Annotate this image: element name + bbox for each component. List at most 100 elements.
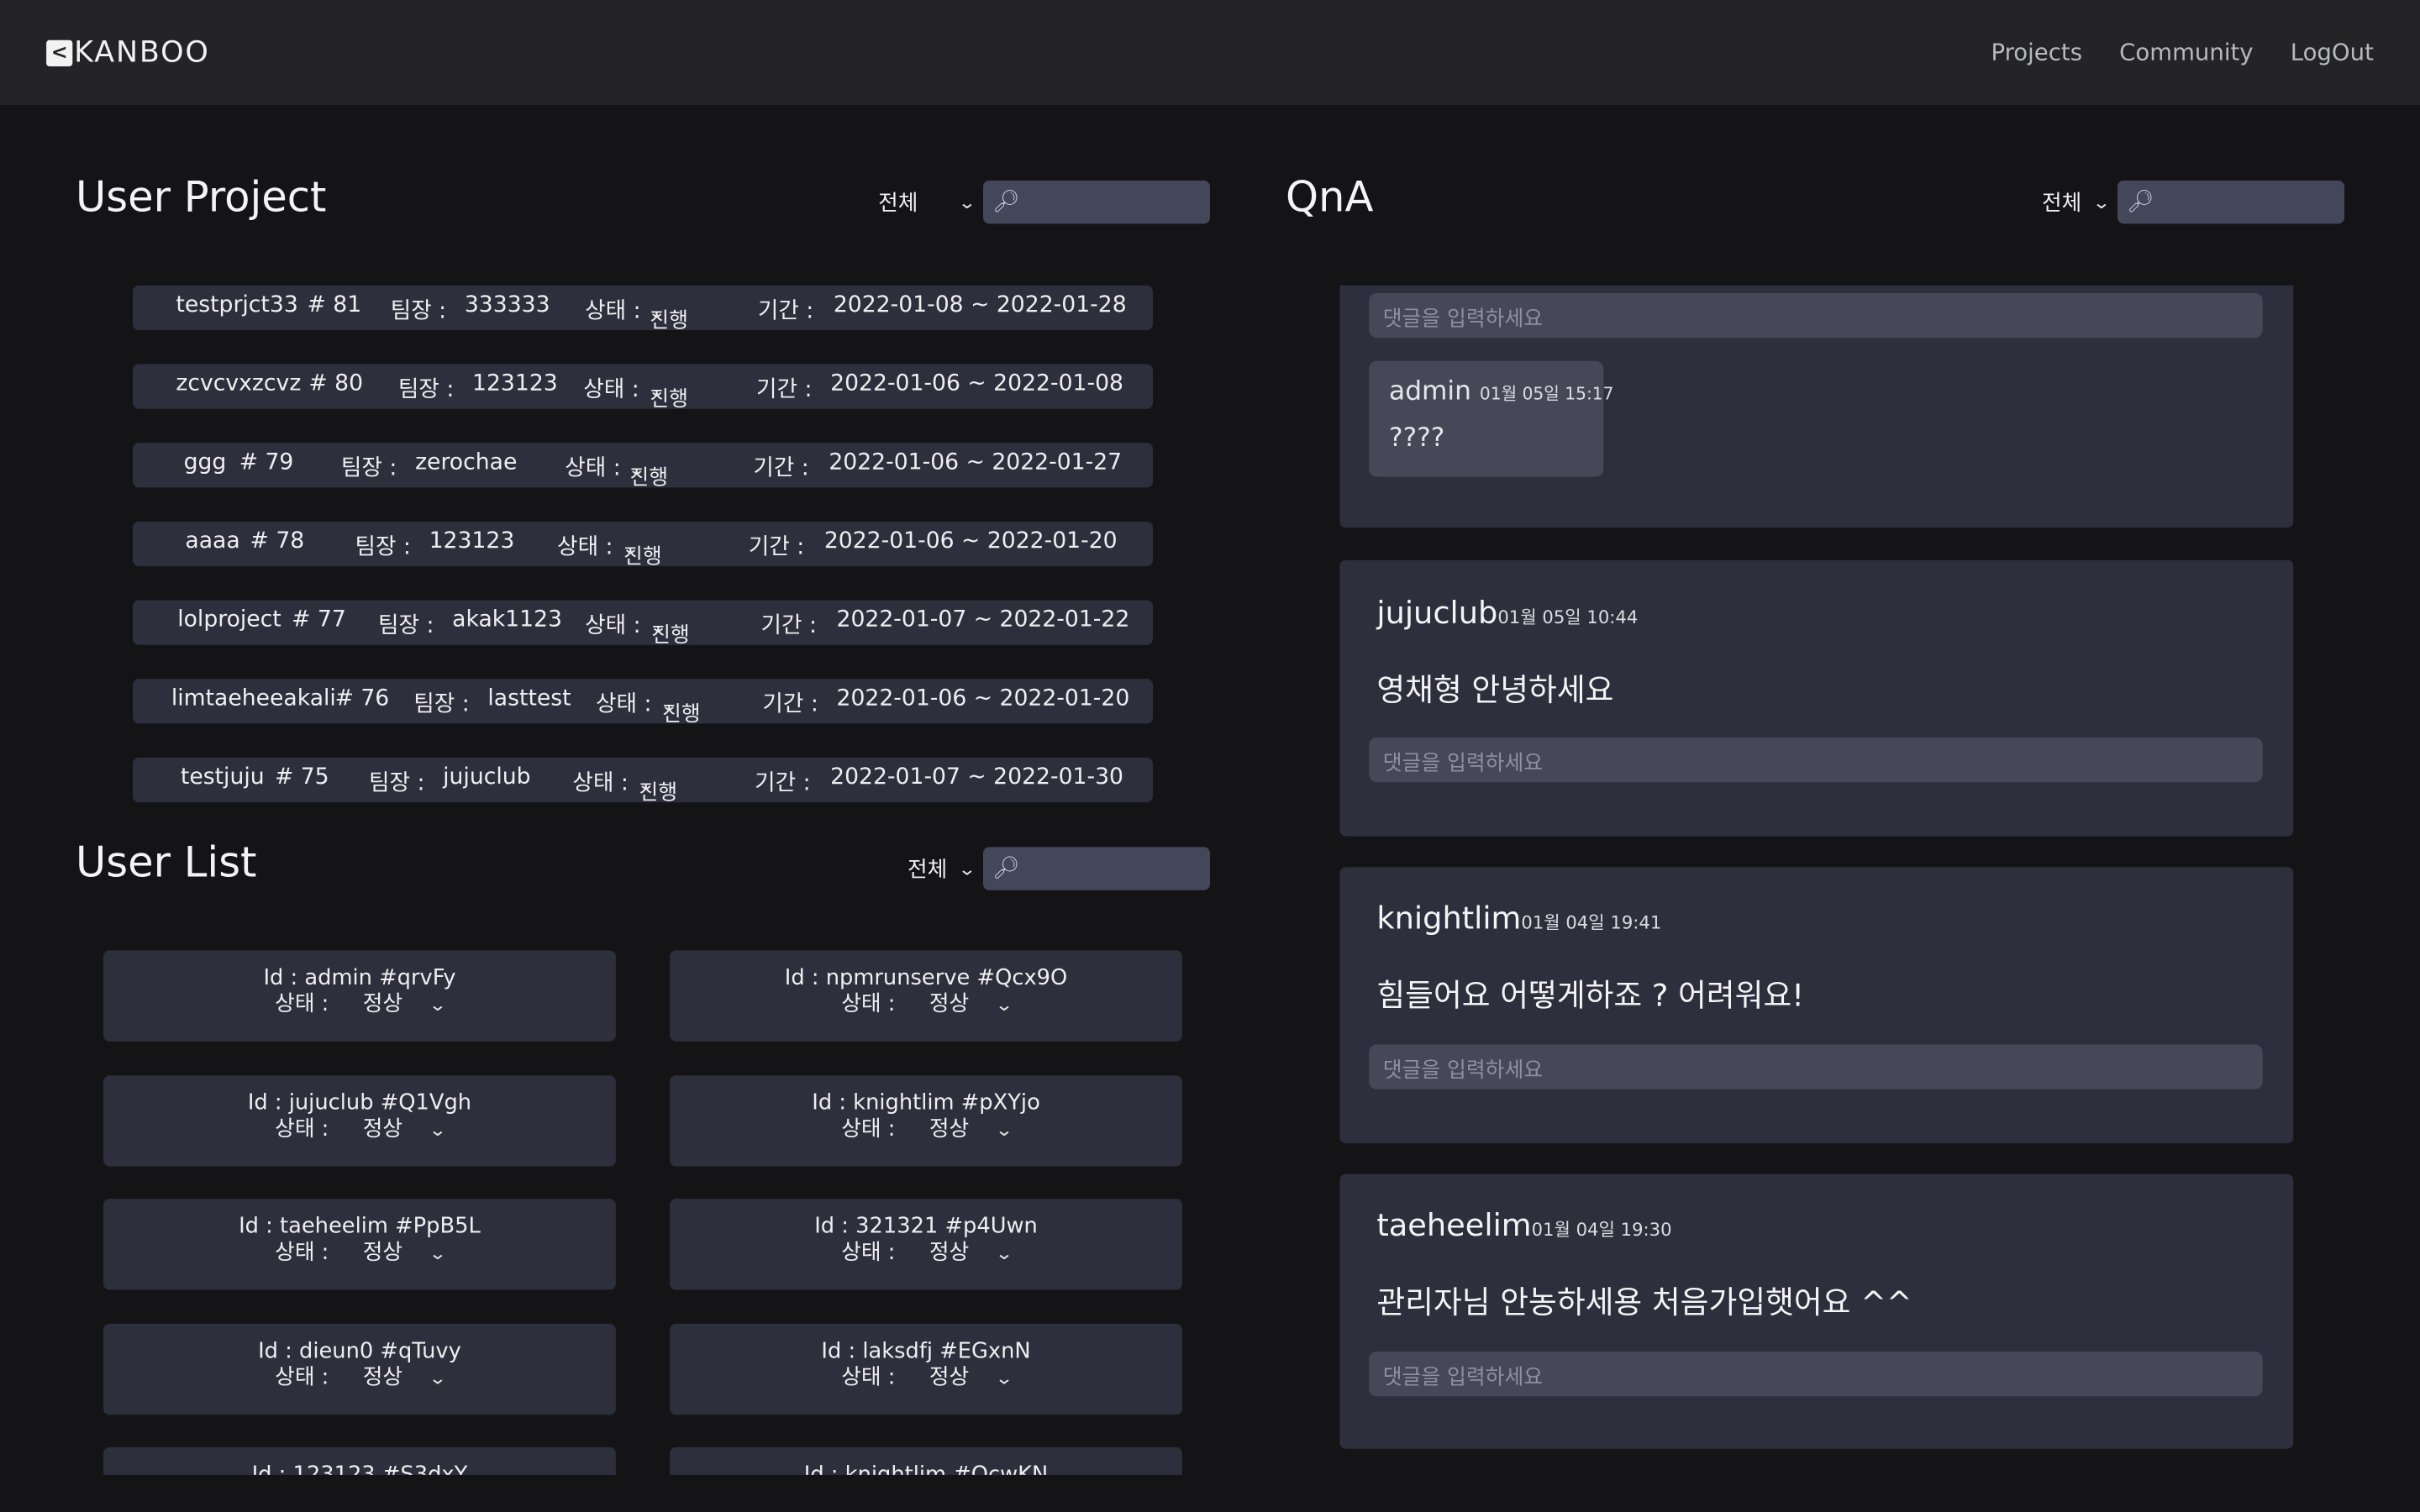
user-card: Id : jujuclub #Q1Vgh 상태 : 정상 ⌄ xyxy=(103,1074,616,1166)
user-state-select[interactable]: 정상 ⌄ xyxy=(363,1365,447,1391)
user-state-select[interactable]: 정상 ⌄ xyxy=(362,1116,447,1142)
reply-text: ???? xyxy=(1389,423,1445,454)
leader-value: zerochae xyxy=(415,450,518,475)
user-state-row: 상태 : 정상 ⌄ xyxy=(670,1241,1182,1267)
leader-value: 333333 xyxy=(464,292,550,318)
project-number: # 77 xyxy=(292,607,346,633)
page: < KANBOO Projects Community LogOut User … xyxy=(0,0,2420,1512)
project-number: # 75 xyxy=(274,765,329,790)
kanboo-logo-icon: < xyxy=(46,39,73,66)
qna-card: taeheelim01월 04일 19:30 관리자님 안농하세용 처음가입햇어… xyxy=(1339,1173,2294,1449)
project-filter-label: 전체 xyxy=(878,191,918,217)
project-filter-select[interactable]: 전체 ⌄ xyxy=(878,186,976,218)
project-row[interactable]: testprjct33 # 81 팀장 :333333 상태 : 진행 ⌄ 기간 :202… xyxy=(132,285,1154,333)
project-number: # 76 xyxy=(334,686,390,711)
project-search-box[interactable]: 🔎︎ xyxy=(983,180,1211,224)
qna-question: 관리자님 안농하세용 처음가입햇어요 ^^ xyxy=(1376,1284,1912,1321)
user-state-label: 상태 : xyxy=(841,1364,896,1389)
nav-links: Projects Community LogOut xyxy=(1991,39,2373,66)
chevron-down-icon: ⌄ xyxy=(636,774,655,795)
qna-author: jujuclub xyxy=(1376,594,1498,632)
qna-search-input[interactable] xyxy=(2157,190,2343,214)
user-id: Id : npmrunserve #Qcx9O xyxy=(784,965,1068,991)
project-row[interactable]: ggg # 79 팀장 : zerochae 상태 : 진행 ⌄ 기간 :2022-01-0… xyxy=(132,443,1154,491)
user-state-select[interactable]: 정상 ⌄ xyxy=(363,1241,447,1267)
user-list-filter: 전체 ⌄ 🔎︎ xyxy=(908,847,1211,890)
period-value: 2022-01-06 ~ 2022-01-20 xyxy=(823,529,1118,554)
user-state-select[interactable]: 정상 ⌄ xyxy=(929,1364,1013,1391)
leader-value: 123123 xyxy=(472,371,558,397)
leader-label: 팀장 : xyxy=(378,614,434,639)
brand[interactable]: < KANBOO xyxy=(46,35,210,70)
qna-card: 댓글을 입력하세요 admin 01월 05일 15:17 ???? xyxy=(1339,285,2294,528)
state-label: 상태 : xyxy=(595,692,652,718)
project-row[interactable]: testjuju # 75 팀장 : jujuclub 상태 : 진행 ⌄ 기간 :2022… xyxy=(132,757,1154,806)
comment-input[interactable]: 댓글을 입력하세요 xyxy=(1369,1351,2263,1397)
period-value: 2022-01-06 ~ 2022-01-08 xyxy=(830,371,1123,397)
qna-filter: 전체 ⌄ 🔎︎ xyxy=(2042,180,2345,224)
chevron-down-icon: ⌄ xyxy=(627,459,646,480)
user-state-value: 정상 xyxy=(929,992,970,1017)
period-label: 기간 : xyxy=(757,299,814,324)
project-number: # 80 xyxy=(308,371,364,397)
user-state-select[interactable]: 정상 ⌄ xyxy=(929,992,1013,1018)
user-state-row: 상태 : 정상 ⌄ xyxy=(103,1116,616,1142)
user-state-value: 정상 xyxy=(362,1116,403,1142)
qna-search-box[interactable]: 🔎︎ xyxy=(2118,180,2345,224)
comment-input[interactable]: 댓글을 입력하세요 xyxy=(1369,1044,2263,1089)
period-value: 2022-01-07 ~ 2022-01-22 xyxy=(836,607,1130,633)
nav-link-projects[interactable]: Projects xyxy=(1991,39,2082,66)
user-card: Id : admin #qrvFy 상태 : 정상 ⌄ xyxy=(103,950,616,1042)
project-name: testjuju xyxy=(180,765,265,790)
reply-author: admin xyxy=(1389,376,1471,407)
user-card: Id : laksdfj #EGxnN 상태 : 정상 ⌄ xyxy=(670,1323,1182,1415)
user-state-label: 상태 : xyxy=(841,1240,896,1266)
user-search-box[interactable]: 🔎︎ xyxy=(983,847,1211,890)
user-state-select[interactable]: 정상 ⌄ xyxy=(929,1241,1013,1267)
user-state-value: 정상 xyxy=(929,1364,970,1389)
project-number: # 78 xyxy=(250,529,305,554)
nav-link-community[interactable]: Community xyxy=(2119,39,2253,66)
leader-value: lasttest xyxy=(487,686,571,711)
user-state-select[interactable]: 정상 ⌄ xyxy=(362,992,447,1018)
state-label: 상태 : xyxy=(585,299,641,324)
user-state-label: 상태 : xyxy=(841,1116,896,1142)
search-icon: 🔎︎ xyxy=(992,856,1020,881)
period-value: 2022-01-06 ~ 2022-01-27 xyxy=(829,450,1123,475)
project-row[interactable]: zcvcvxzcvz # 80 팀장 :123123 상태 : 진행 ⌄ 기간 :2022… xyxy=(132,364,1154,412)
state-label: 상태 : xyxy=(557,535,613,560)
user-card: Id : 123123 #S3dxY상태 :정상 ⌄ xyxy=(103,1446,616,1475)
user-state-row: 상태 : 정상 ⌄ xyxy=(670,992,1182,1018)
period-label: 기간 : xyxy=(756,378,813,403)
chevron-down-icon: ⌄ xyxy=(428,1368,447,1389)
chevron-down-icon: ⌄ xyxy=(994,1243,1013,1264)
user-state-value: 정상 xyxy=(362,992,403,1017)
comment-input[interactable]: 댓글을 입력하세요 xyxy=(1369,292,2263,339)
comment-input[interactable]: 댓글을 입력하세요 xyxy=(1369,737,2263,783)
user-state-row: 상태 : 정상 ⌄ xyxy=(103,1241,616,1267)
user-filter-select[interactable]: 전체 ⌄ xyxy=(908,853,976,885)
user-id: Id : 123123 #S3dxY xyxy=(251,1462,468,1475)
project-row[interactable]: aaaa # 78 팀장 :123123 상태 : 진행 ⌄ 기간 :2022-01-06… xyxy=(132,521,1154,570)
chevron-down-icon: ⌄ xyxy=(428,995,447,1016)
leader-label: 팀장 : xyxy=(340,456,397,482)
project-search-input[interactable] xyxy=(1023,190,1208,214)
leader-label: 팀장 : xyxy=(368,771,425,796)
project-row[interactable]: lolproject # 77 팀장 : akak1123 상태 : 진행 ⌄ 기간 :20… xyxy=(132,600,1154,648)
user-id: Id : dieun0 #qTuvy xyxy=(258,1338,461,1363)
leader-value: jujuclub xyxy=(443,765,531,790)
user-search-input[interactable] xyxy=(1023,857,1208,880)
period-label: 기간 : xyxy=(748,535,805,560)
qna-card: knightlim01월 04일 19:41 힘들어요 어떻게하죠 ? 어려워요… xyxy=(1339,867,2294,1144)
user-list-title: User List xyxy=(76,839,257,888)
user-card: Id : dieun0 #qTuvy 상태 : 정상 ⌄ xyxy=(103,1323,616,1415)
project-row[interactable]: limtaeheeakali # 76 팀장 : lasttest 상태 : 진행 ⌄ 기간… xyxy=(132,679,1154,727)
user-state-select[interactable]: 정상 ⌄ xyxy=(929,1116,1013,1142)
chevron-down-icon: ⌄ xyxy=(428,1243,447,1264)
user-state-row: 상태 : 정상 ⌄ xyxy=(670,1116,1182,1142)
leader-value: akak1123 xyxy=(452,607,562,633)
user-id: Id : jujuclub #Q1Vgh xyxy=(247,1089,472,1116)
qna-filter-select[interactable]: 전체 ⌄ xyxy=(2042,186,2111,218)
user-state-row: 상태 : 정상 ⌄ xyxy=(103,992,616,1018)
nav-link-logout[interactable]: LogOut xyxy=(2291,39,2374,66)
